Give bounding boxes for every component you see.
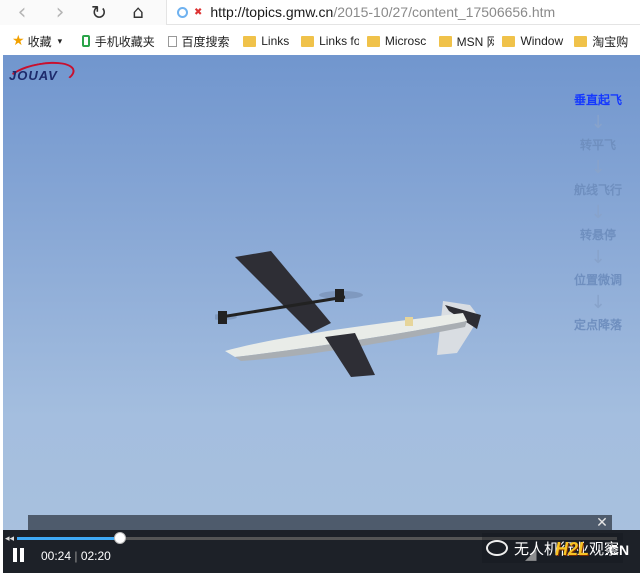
insecure-icon: ✖ [194,6,203,18]
folder-icon [243,35,257,47]
pause-bar [13,548,17,562]
page-icon [167,35,177,47]
main-wing [235,251,331,333]
folder-icon [301,35,315,47]
close-icon[interactable]: ✕ [594,515,610,531]
flow-arrow-icon: ↓ [590,202,606,223]
video-player[interactable]: JOUAV 垂直起飞 ↓ 转平飞 ↓ 航线飞行 ↓ 转悬停 ↓ 位置微调 ↓ 定点降落 ✕ ◂◂ 0… [3,55,640,573]
h2l-logo-suffix: .CN [605,542,630,558]
folder-icon [438,35,452,47]
folder-icon [502,35,516,47]
folder-icon [574,35,588,47]
bookmark-label: MSN 网 [456,34,495,49]
bookmark-label: Microsc [384,34,427,48]
flight-mode-flowchart: 垂直起飞 ↓ 转平飞 ↓ 航线飞行 ↓ 转悬停 ↓ 位置微调 ↓ 定点降落 [561,91,635,334]
bookmark-label: 手机收藏夹 [94,34,155,49]
reload-icon[interactable]: ↻ [86,0,112,25]
back-icon[interactable]: ‹ [12,0,32,25]
bookmark-item[interactable]: Window [502,34,566,48]
flow-arrow-icon: ↓ [590,292,606,313]
bookmark-label: Links [261,34,290,48]
jouav-logo: JOUAV [9,68,58,83]
url-host: http://topics.gmw.cn [210,4,334,20]
bookmark-label: 收藏 [27,34,52,49]
h2l-logo: H2L [555,539,590,559]
flow-arrow-icon: ↓ [590,247,606,268]
browser-toolbar: ‹ › ↻ ⌂ ✖ http://topics.gmw.cn/2015-10/2… [0,0,640,25]
motor [335,289,344,302]
bookmark-item[interactable]: Links [243,34,293,48]
site-info-icon[interactable] [177,6,188,18]
star-icon: ★ [12,33,25,49]
forward-icon[interactable]: › [50,0,70,25]
home-icon[interactable]: ⌂ [124,0,152,25]
flow-arrow-icon: ↓ [590,112,606,133]
seek-back-icon[interactable]: ◂◂ [5,534,14,544]
chevron-down-icon[interactable]: ▾ [58,36,63,47]
bookmark-label: 淘宝购 [592,34,629,49]
flow-step: 转悬停 [579,228,616,242]
flow-step: 航线飞行 [573,183,622,197]
fuselage-accent [405,317,413,326]
time-display: 00:24 | 02:20 [41,549,111,563]
bookmark-item[interactable]: 百度搜索 [167,33,236,50]
bookmark-item[interactable]: Links fo [301,34,359,48]
current-time: 00:24 [41,549,72,563]
bookmark-label: Window [520,34,564,48]
flow-step: 定点降落 [573,318,622,332]
bookmarks-bar: ★ 收藏 ▾ 手机收藏夹 百度搜索 Links Links fo Microsc MSN 网 Wi… [0,29,640,53]
pause-button[interactable] [13,548,25,562]
bookmark-label: Links fo [319,34,359,48]
url-path: /2015-10/27/content_17506656.htm [333,4,556,20]
url-text[interactable]: http://topics.gmw.cn/2015-10/27/content_… [210,4,555,20]
flow-step: 位置微调 [573,273,622,287]
motor [218,311,227,324]
seek-progress [17,537,120,540]
bookmark-item[interactable]: 淘宝购 [574,33,632,50]
flow-arrow-icon: ↓ [590,157,606,178]
time-separator: | [71,549,81,563]
pause-bar [20,548,24,562]
bookmark-label: 百度搜索 [181,34,230,49]
bookmark-item[interactable]: ★ 收藏 ▾ [12,33,74,50]
duration: 02:20 [80,549,111,563]
address-bar[interactable]: ✖ http://topics.gmw.cn/2015-10/27/conten… [166,0,640,25]
flow-step: 垂直起飞 [573,93,622,107]
folder-icon [366,35,380,47]
wechat-watermark: 无人机行业观察 [482,533,624,563]
bookmark-item[interactable]: Microsc [366,34,431,48]
player-title-strip [28,515,612,531]
seek-thumb[interactable] [113,532,126,544]
bookmark-item[interactable]: 手机收藏夹 [81,33,160,50]
wechat-icon [486,540,508,556]
bookmark-item[interactable]: MSN 网 [438,33,495,50]
flow-step: 转平飞 [579,138,616,152]
phone-icon [81,35,90,47]
drone-image [215,251,481,377]
